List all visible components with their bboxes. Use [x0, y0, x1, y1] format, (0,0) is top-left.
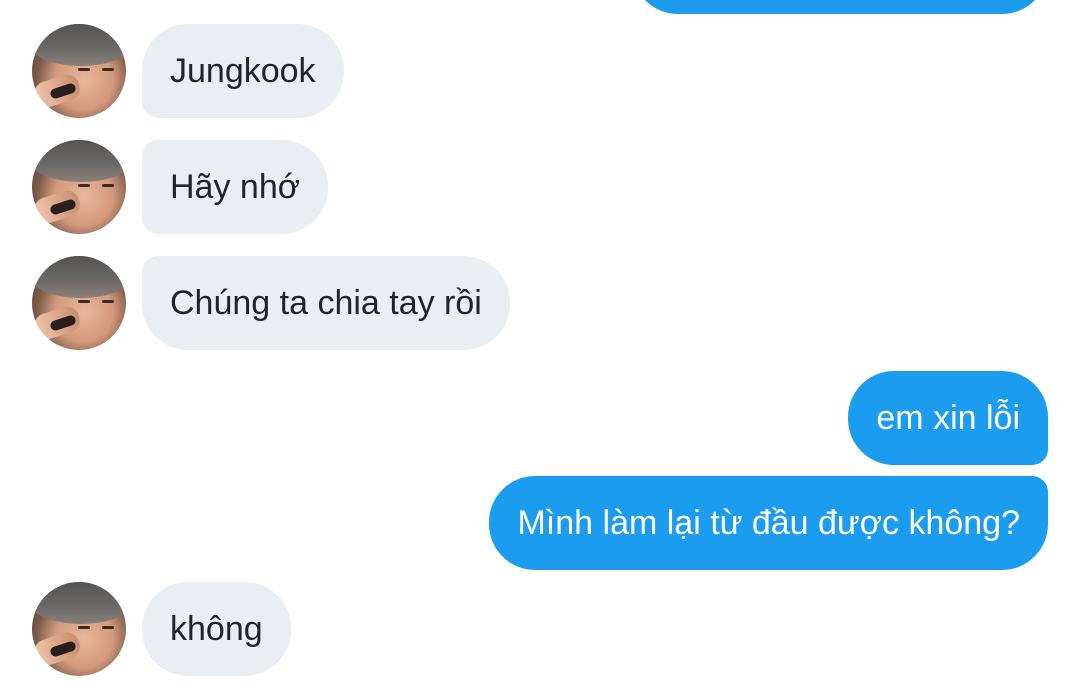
avatar-hair-shape — [32, 256, 126, 298]
avatar-eye-shape — [78, 626, 90, 629]
incoming-message-bubble[interactable]: Chúng ta chia tay rồi — [142, 256, 510, 350]
avatar-eye-shape — [102, 68, 114, 71]
avatar-hair-shape — [32, 140, 126, 182]
incoming-message-bubble[interactable]: Hãy nhớ — [142, 140, 329, 234]
avatar-eye-shape — [78, 184, 90, 187]
contact-avatar[interactable] — [32, 24, 126, 118]
avatar-eye-shape — [102, 300, 114, 303]
contact-avatar[interactable] — [32, 140, 126, 234]
avatar-eye-shape — [102, 184, 114, 187]
chat-thread: Jungkook Hãy nhớ Chúng ta chia tay rồi e… — [0, 0, 1080, 699]
avatar-hair-shape — [32, 582, 126, 624]
contact-avatar[interactable] — [32, 582, 126, 676]
contact-avatar[interactable] — [32, 256, 126, 350]
avatar-eye-shape — [78, 68, 90, 71]
avatar-hair-shape — [32, 24, 126, 66]
outgoing-message-bubble[interactable]: Mình làm lại từ đầu được không? — [489, 476, 1048, 570]
previous-outgoing-message-bubble[interactable] — [632, 0, 1048, 14]
incoming-message-bubble[interactable]: Jungkook — [142, 24, 344, 118]
avatar-eye-shape — [78, 300, 90, 303]
outgoing-message-bubble[interactable]: em xin lỗi — [848, 371, 1048, 465]
avatar-eye-shape — [102, 626, 114, 629]
incoming-message-bubble[interactable]: không — [142, 582, 291, 676]
